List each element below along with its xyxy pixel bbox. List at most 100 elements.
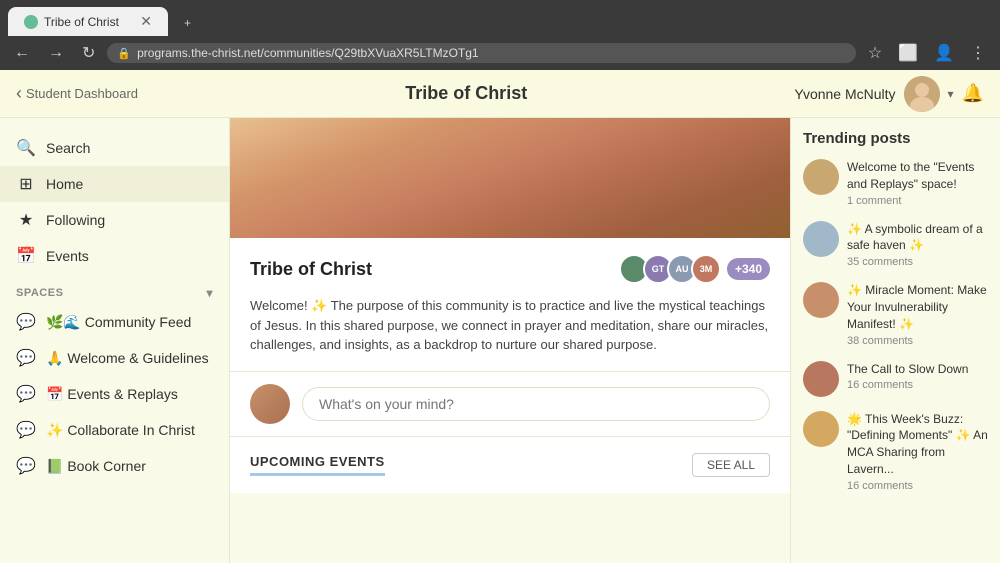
sidebar-item-home[interactable]: ⊞ Home: [0, 166, 229, 202]
community-description: Welcome! ✨ The purpose of this community…: [250, 296, 770, 355]
post-box: [230, 372, 790, 437]
back-button[interactable]: ←: [8, 42, 36, 64]
trending-comments-2: 35 comments: [847, 256, 988, 268]
sidebar: 🔍 Search ⊞ Home ★ Following 📅 Events SPA…: [0, 118, 230, 563]
sidebar-item-welcome[interactable]: 💬 🙏 Welcome & Guidelines: [0, 340, 229, 376]
spaces-chevron: ▾: [206, 286, 213, 300]
member-avatars: GT AU 3M +340: [619, 254, 770, 284]
sidebar-item-search[interactable]: 🔍 Search: [0, 130, 229, 166]
profile-button[interactable]: 👤: [928, 41, 960, 65]
trending-content-5: 🌟 This Week's Buzz: "Defining Moments" ✨…: [847, 411, 988, 492]
trending-avatar-2: [803, 221, 839, 257]
browser-tab-bar: Tribe of Christ ✕ +: [0, 0, 1000, 36]
new-tab-button[interactable]: +: [168, 10, 207, 36]
back-to-dashboard-link[interactable]: Student Dashboard: [16, 83, 138, 104]
main-area: 🔍 Search ⊞ Home ★ Following 📅 Events SPA…: [0, 118, 1000, 563]
trending-post-title-4[interactable]: The Call to Slow Down: [847, 361, 988, 378]
sidebar-item-community-feed[interactable]: 💬 🌿🌊 Community Feed: [0, 304, 229, 340]
sidebar-item-events[interactable]: 📅 Events: [0, 238, 229, 274]
top-navigation: Student Dashboard Tribe of Christ Yvonne…: [0, 70, 1000, 118]
trending-item-4: The Call to Slow Down 16 comments: [803, 361, 988, 397]
center-content: Tribe of Christ GT AU 3M +340 Welcome! ✨…: [230, 118, 790, 563]
member-count: +340: [727, 258, 770, 280]
events-replays-icon: 💬: [16, 384, 36, 404]
star-icon: ★: [16, 210, 36, 230]
trending-content-2: ✨ A symbolic dream of a safe haven ✨ 35 …: [847, 221, 988, 269]
community-card: Tribe of Christ GT AU 3M +340 Welcome! ✨…: [230, 238, 790, 372]
trending-content-4: The Call to Slow Down 16 comments: [847, 361, 988, 392]
notification-bell[interactable]: 🔔: [962, 83, 984, 104]
community-feed-icon: 💬: [16, 312, 36, 332]
upcoming-header: UPCOMING EVENTS SEE ALL: [250, 453, 770, 477]
address-bar[interactable]: 🔒 programs.the-christ.net/communities/Q2…: [107, 43, 855, 63]
top-nav-right: Yvonne McNulty ▾ 🔔: [794, 76, 984, 112]
community-header: Tribe of Christ GT AU 3M +340: [250, 254, 770, 284]
trending-content-1: Welcome to the "Events and Replays" spac…: [847, 159, 988, 207]
tab-close-button[interactable]: ✕: [140, 13, 152, 30]
browser-toolbar: ← → ↻ 🔒 programs.the-christ.net/communit…: [0, 36, 1000, 70]
user-dropdown-arrow[interactable]: ▾: [948, 87, 954, 101]
refresh-button[interactable]: ↻: [76, 41, 101, 65]
trending-content-3: ✨ Miracle Moment: Make Your Invulnerabil…: [847, 282, 988, 346]
post-input[interactable]: [302, 387, 770, 421]
forward-button[interactable]: →: [42, 42, 70, 64]
url-text: programs.the-christ.net/communities/Q29t…: [137, 46, 478, 60]
tab-favicon: [24, 15, 38, 29]
trending-avatar-5: [803, 411, 839, 447]
spaces-label: SPACES: [16, 287, 63, 299]
user-name: Yvonne McNulty: [794, 86, 895, 102]
search-label: Search: [46, 140, 90, 156]
book-corner-label: 📗 Book Corner: [46, 458, 146, 475]
upcoming-events-section: UPCOMING EVENTS SEE ALL: [230, 437, 790, 493]
trending-comments-5: 16 comments: [847, 480, 988, 492]
extensions-button[interactable]: ⬜: [892, 41, 924, 65]
upcoming-events-title: UPCOMING EVENTS: [250, 454, 385, 476]
tab-title: Tribe of Christ: [44, 15, 119, 29]
trending-comments-4: 16 comments: [847, 379, 988, 391]
trending-post-title-5[interactable]: 🌟 This Week's Buzz: "Defining Moments" ✨…: [847, 411, 988, 478]
menu-button[interactable]: ⋮: [964, 41, 992, 65]
page-title: Tribe of Christ: [138, 83, 794, 104]
bookmark-button[interactable]: ☆: [862, 41, 888, 65]
community-feed-label: 🌿🌊 Community Feed: [46, 314, 191, 331]
welcome-icon: 💬: [16, 348, 36, 368]
active-tab[interactable]: Tribe of Christ ✕: [8, 7, 168, 36]
app-container: Student Dashboard Tribe of Christ Yvonne…: [0, 70, 1000, 563]
sidebar-item-following[interactable]: ★ Following: [0, 202, 229, 238]
member-avatar-4: 3M: [691, 254, 721, 284]
trending-post-title-2[interactable]: ✨ A symbolic dream of a safe haven ✨: [847, 221, 988, 255]
browser-actions: ☆ ⬜ 👤 ⋮: [862, 41, 992, 65]
search-icon: 🔍: [16, 138, 36, 158]
spaces-section-header: SPACES ▾: [0, 274, 229, 304]
trending-item-5: 🌟 This Week's Buzz: "Defining Moments" ✨…: [803, 411, 988, 492]
trending-item-2: ✨ A symbolic dream of a safe haven ✨ 35 …: [803, 221, 988, 269]
home-label: Home: [46, 176, 83, 192]
trending-post-title-3[interactable]: ✨ Miracle Moment: Make Your Invulnerabil…: [847, 282, 988, 332]
book-corner-icon: 💬: [16, 456, 36, 476]
sidebar-item-events-replays[interactable]: 💬 📅 Events & Replays: [0, 376, 229, 412]
events-label: Events: [46, 248, 89, 264]
sidebar-item-book-corner[interactable]: 💬 📗 Book Corner: [0, 448, 229, 484]
community-name: Tribe of Christ: [250, 259, 372, 280]
trending-avatar-3: [803, 282, 839, 318]
events-replays-label: 📅 Events & Replays: [46, 386, 178, 403]
trending-avatar-1: [803, 159, 839, 195]
sidebar-item-collaborate[interactable]: 💬 ✨ Collaborate In Christ: [0, 412, 229, 448]
trending-comments-3: 38 comments: [847, 335, 988, 347]
see-all-button[interactable]: SEE ALL: [692, 453, 770, 477]
collaborate-icon: 💬: [16, 420, 36, 440]
collaborate-label: ✨ Collaborate In Christ: [46, 422, 195, 439]
trending-comments-1: 1 comment: [847, 195, 988, 207]
right-panel: Trending posts Welcome to the "Events an…: [790, 118, 1000, 563]
post-user-avatar: [250, 384, 290, 424]
following-label: Following: [46, 212, 105, 228]
trending-avatar-4: [803, 361, 839, 397]
hero-image: [230, 118, 790, 238]
trending-title: Trending posts: [803, 130, 988, 147]
home-icon: ⊞: [16, 174, 36, 194]
welcome-label: 🙏 Welcome & Guidelines: [46, 350, 209, 367]
trending-post-title-1[interactable]: Welcome to the "Events and Replays" spac…: [847, 159, 988, 193]
user-avatar[interactable]: [904, 76, 940, 112]
lock-icon: 🔒: [117, 47, 131, 60]
browser-chrome: Tribe of Christ ✕ + ← → ↻ 🔒 programs.the…: [0, 0, 1000, 70]
